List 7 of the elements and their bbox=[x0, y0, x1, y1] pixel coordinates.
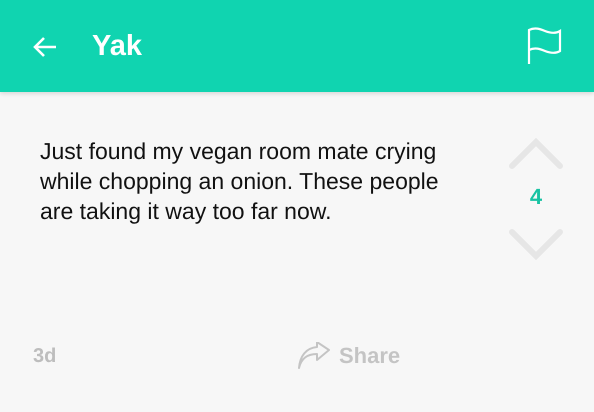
screen-title: Yak bbox=[92, 30, 143, 62]
post-text: Just found my vegan room mate crying while chopping an onion. These people are taking it way too far now. bbox=[40, 137, 440, 226]
back-arrow-icon[interactable] bbox=[32, 36, 58, 58]
post-age: 3d bbox=[33, 344, 58, 368]
flag-icon[interactable] bbox=[526, 27, 562, 65]
share-arrow-icon bbox=[297, 342, 331, 370]
vote-count: 4 bbox=[530, 184, 542, 210]
